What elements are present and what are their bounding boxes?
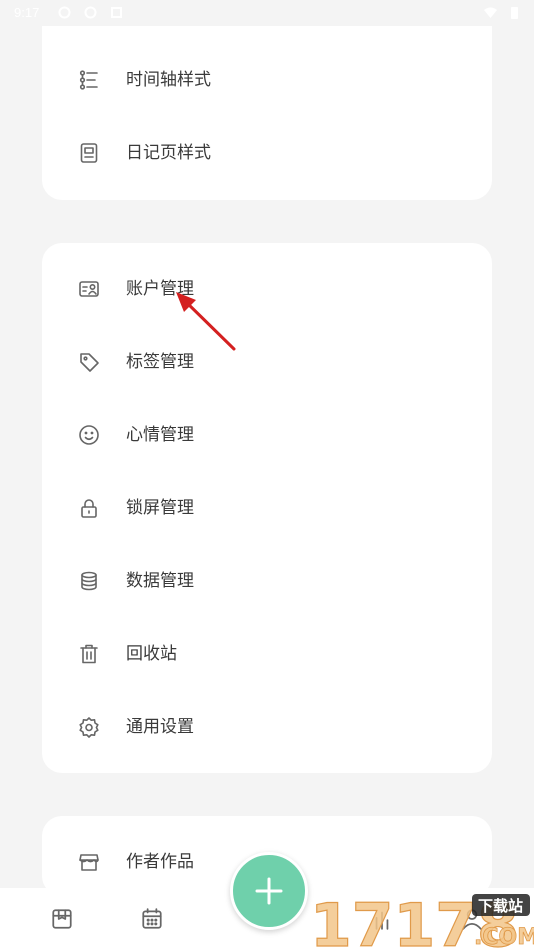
battery-icon <box>511 7 518 19</box>
svg-text:下载站: 下载站 <box>478 897 523 915</box>
mood-management-item[interactable]: 心情管理 <box>42 399 492 472</box>
account-management-item[interactable]: 账户管理 <box>42 253 492 326</box>
management-card: 账户管理 标签管理 心情管理 锁屏管理 数据管理 回收站 通用设置 <box>42 243 492 773</box>
account-card-icon <box>78 278 100 300</box>
svg-text:.COM: .COM <box>474 925 534 950</box>
site-watermark-logo: 17178 下载站 .COM <box>309 890 534 950</box>
recycle-bin-item[interactable]: 回收站 <box>42 618 492 691</box>
timeline-icon <box>78 69 100 91</box>
database-icon <box>78 570 100 592</box>
lock-screen-management-item[interactable]: 锁屏管理 <box>42 472 492 545</box>
data-management-label: 数据管理 <box>126 571 194 591</box>
annotation-arrow <box>176 292 236 351</box>
data-management-item[interactable]: 数据管理 <box>42 545 492 618</box>
appearance-card: 时间轴样式 日记页样式 <box>42 26 492 200</box>
timeline-style-item[interactable]: 时间轴样式 <box>42 44 492 117</box>
tag-management-item[interactable]: 标签管理 <box>42 326 492 399</box>
archive-icon[interactable] <box>50 907 74 931</box>
notification-icon <box>84 6 97 19</box>
diary-page-icon <box>78 142 100 164</box>
calendar-icon[interactable] <box>140 907 164 931</box>
general-settings-label: 通用设置 <box>126 717 194 737</box>
lock-icon <box>78 497 100 519</box>
notification-icon <box>58 6 71 19</box>
gear-icon <box>78 716 100 738</box>
add-entry-button[interactable] <box>230 852 308 930</box>
trash-icon <box>78 643 100 665</box>
status-time: 9:17 <box>14 5 40 20</box>
store-icon <box>78 851 100 873</box>
plus-icon <box>255 877 283 905</box>
timeline-style-label: 时间轴样式 <box>126 70 211 90</box>
smiley-icon <box>78 424 100 446</box>
tag-icon <box>78 351 100 373</box>
author-works-label: 作者作品 <box>126 852 194 872</box>
status-bar: 9:17 <box>0 0 534 26</box>
mood-management-label: 心情管理 <box>126 425 194 445</box>
general-settings-item[interactable]: 通用设置 <box>42 691 492 764</box>
diary-page-style-label: 日记页样式 <box>126 143 211 163</box>
diary-page-style-item[interactable]: 日记页样式 <box>42 117 492 190</box>
wifi-icon <box>484 7 497 18</box>
lock-screen-management-label: 锁屏管理 <box>126 498 194 518</box>
notification-icon <box>111 7 122 18</box>
recycle-bin-label: 回收站 <box>126 644 177 664</box>
